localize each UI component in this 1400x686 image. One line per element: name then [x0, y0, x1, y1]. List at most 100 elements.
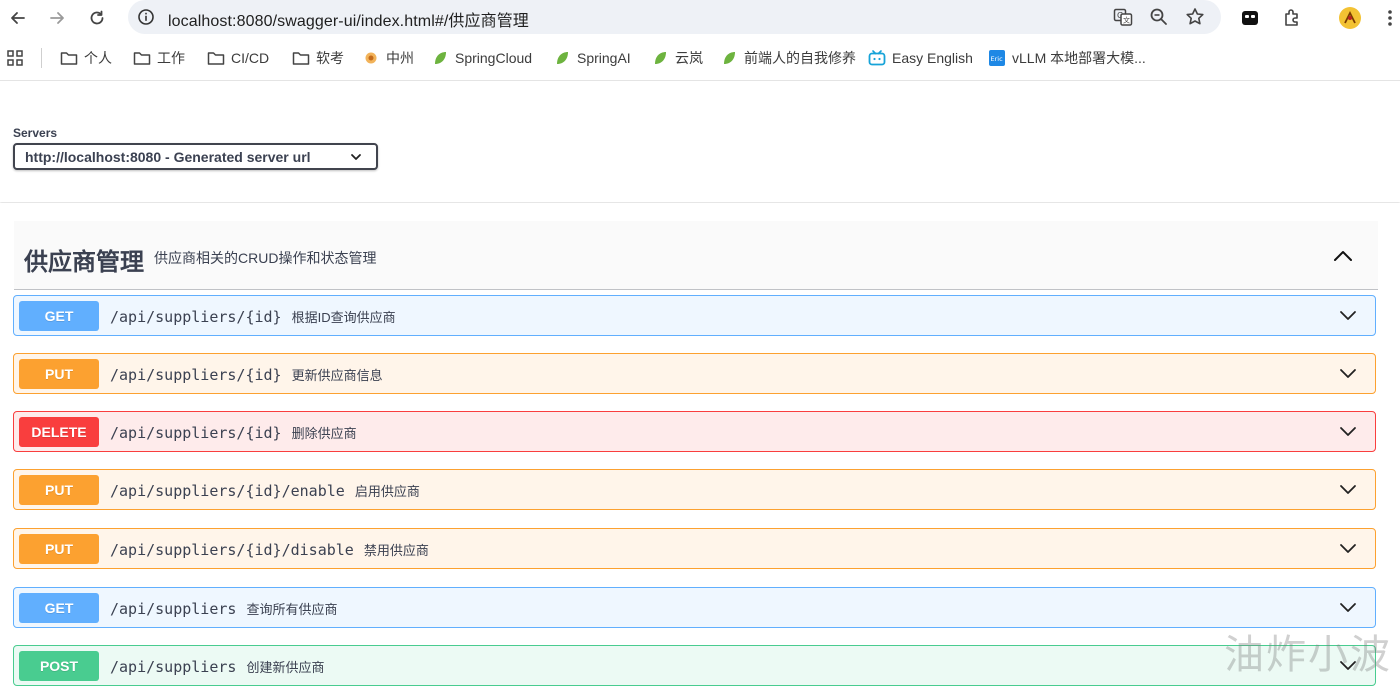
operation-delete-supplier[interactable]: DELETE /api/suppliers/{id} 删除供应商 [13, 411, 1376, 452]
bookmark-frontend[interactable]: 前端人的自我修养 [720, 47, 856, 69]
bookmark-vllm[interactable]: Eric vLLM 本地部署大模... [988, 47, 1146, 69]
operations-section: 供应商管理 供应商相关的CRUD操作和状态管理 GET /api/supplie… [0, 203, 1400, 686]
operation-get-supplier-by-id[interactable]: GET /api/suppliers/{id} 根据ID查询供应商 [13, 295, 1376, 336]
bookmark-label: 中州 [386, 50, 414, 66]
bookmark-label: SpringAI [577, 50, 631, 66]
operation-path-row: /api/suppliers 创建新供应商 [110, 657, 324, 676]
folder-icon [207, 49, 225, 67]
operation-path: /api/suppliers [110, 600, 237, 618]
bookmark-springai[interactable]: SpringAI [553, 47, 631, 69]
bookmark-folder-work[interactable]: 工作 [133, 47, 185, 69]
operation-path: /api/suppliers/{id} [110, 366, 282, 384]
reload-button[interactable] [85, 6, 109, 30]
bookmark-folder-personal[interactable]: 个人 [60, 47, 112, 69]
address-bar[interactable]: localhost:8080/swagger-ui/index.html#/供应… [128, 0, 1221, 34]
bilibili-icon [868, 49, 886, 67]
operation-path-row: /api/suppliers/{id} 删除供应商 [110, 423, 357, 442]
leaf-icon [720, 49, 738, 67]
operation-summary: 根据ID查询供应商 [291, 310, 396, 325]
operation-post-create-supplier[interactable]: POST /api/suppliers 创建新供应商 [13, 645, 1376, 686]
servers-selected-value: http://localhost:8080 - Generated server… [25, 149, 311, 165]
operation-put-update-supplier[interactable]: PUT /api/suppliers/{id} 更新供应商信息 [13, 353, 1376, 394]
forward-button[interactable] [45, 6, 69, 30]
bookmarks-bar: 个人 工作 CI/CD 软考 中州 SpringCloud SpringAI 云… [0, 36, 1400, 81]
back-button[interactable] [6, 6, 30, 30]
bookmark-springcloud[interactable]: SpringCloud [431, 47, 532, 69]
apps-grid-icon [7, 50, 23, 66]
method-badge: POST [19, 651, 99, 681]
bookmark-label: vLLM 本地部署大模... [1012, 50, 1146, 66]
leaf-icon [651, 49, 669, 67]
apps-button[interactable] [6, 47, 24, 69]
operation-put-enable-supplier[interactable]: PUT /api/suppliers/{id}/enable 启用供应商 [13, 469, 1376, 510]
servers-select[interactable]: http://localhost:8080 - Generated server… [13, 143, 378, 170]
method-badge: GET [19, 593, 99, 623]
operation-path-row: /api/suppliers/{id} 根据ID查询供应商 [110, 307, 396, 326]
operation-path: /api/suppliers [110, 658, 237, 676]
chevron-down-icon[interactable] [1339, 599, 1357, 617]
arrow-left-icon [11, 12, 25, 24]
bookmark-label: SpringCloud [455, 50, 533, 66]
scheme-container: Servers http://localhost:8080 - Generate… [0, 81, 1400, 202]
bookmark-label: 软考 [316, 50, 344, 66]
bookmark-label: Easy English [892, 50, 973, 66]
operation-summary: 查询所有供应商 [246, 602, 338, 617]
bookmark-label: CI/CD [231, 50, 270, 66]
bookmark-yunlan[interactable]: 云岚 [651, 47, 703, 69]
folder-icon [292, 49, 310, 67]
svg-text:Eric: Eric [991, 55, 1004, 63]
operation-put-disable-supplier[interactable]: PUT /api/suppliers/{id}/disable 禁用供应商 [13, 528, 1376, 569]
zoom-icon[interactable] [1148, 6, 1170, 28]
folder-icon [60, 49, 78, 67]
operation-summary: 删除供应商 [291, 426, 357, 441]
chevron-down-icon[interactable] [1339, 307, 1357, 325]
operation-get-all-suppliers[interactable]: GET /api/suppliers 查询所有供应商 [13, 587, 1376, 628]
browser-toolbar: localhost:8080/swagger-ui/index.html#/供应… [0, 0, 1400, 36]
operation-path: /api/suppliers/{id} [110, 308, 282, 326]
chevron-down-icon[interactable] [1339, 365, 1357, 383]
operation-path: /api/suppliers/{id}/enable [110, 482, 345, 500]
url-text[interactable]: localhost:8080/swagger-ui/index.html#/供应… [168, 7, 529, 31]
tag-title: 供应商管理 [24, 249, 144, 276]
operation-path-row: /api/suppliers 查询所有供应商 [110, 599, 337, 618]
bookmark-label: 前端人的自我修养 [744, 50, 856, 66]
arrow-right-icon [50, 12, 64, 24]
method-badge: GET [19, 301, 99, 331]
operation-path-row: /api/suppliers/{id}/enable 启用供应商 [110, 481, 420, 500]
eric-icon: Eric [988, 49, 1006, 67]
method-badge: PUT [19, 534, 99, 564]
bookmark-label: 工作 [157, 50, 185, 66]
extension-icon[interactable] [1238, 6, 1262, 30]
bookmark-label: 云岚 [675, 50, 703, 66]
operation-summary: 禁用供应商 [363, 543, 429, 558]
extensions-puzzle-icon[interactable] [1280, 6, 1304, 30]
operation-summary: 创建新供应商 [246, 660, 325, 675]
bookmark-label: 个人 [84, 50, 112, 66]
operation-path: /api/suppliers/{id} [110, 424, 282, 442]
bookmark-folder-cicd[interactable]: CI/CD [207, 47, 269, 69]
operation-path-row: /api/suppliers/{id}/disable 禁用供应商 [110, 540, 429, 559]
chevron-down-icon [351, 154, 361, 160]
bookmark-zhongzhou[interactable]: 中州 [362, 47, 414, 69]
chevron-up-icon[interactable] [1332, 245, 1354, 267]
operation-summary: 启用供应商 [354, 484, 420, 499]
chevron-down-icon[interactable] [1339, 423, 1357, 441]
bookmark-folder-ruankao[interactable]: 软考 [292, 47, 344, 69]
folder-icon [133, 49, 151, 67]
site-icon [362, 49, 380, 67]
reload-icon [90, 10, 104, 25]
site-info-icon[interactable] [136, 7, 156, 27]
chevron-down-icon[interactable] [1339, 540, 1357, 558]
method-badge: DELETE [19, 417, 99, 447]
more-menu-icon[interactable] [1378, 6, 1400, 30]
operation-path-row: /api/suppliers/{id} 更新供应商信息 [110, 365, 383, 384]
profile-avatar[interactable] [1338, 6, 1362, 30]
servers-label: Servers [13, 126, 58, 140]
leaf-icon [431, 49, 449, 67]
translate-icon[interactable]: G文 [1112, 6, 1134, 28]
tag-header[interactable]: 供应商管理 供应商相关的CRUD操作和状态管理 [14, 221, 1378, 290]
bookmark-star-icon[interactable] [1184, 6, 1206, 28]
bookmarks-divider [41, 48, 42, 68]
bookmark-easy-english[interactable]: Easy English [868, 47, 973, 69]
chevron-down-icon[interactable] [1339, 481, 1357, 499]
